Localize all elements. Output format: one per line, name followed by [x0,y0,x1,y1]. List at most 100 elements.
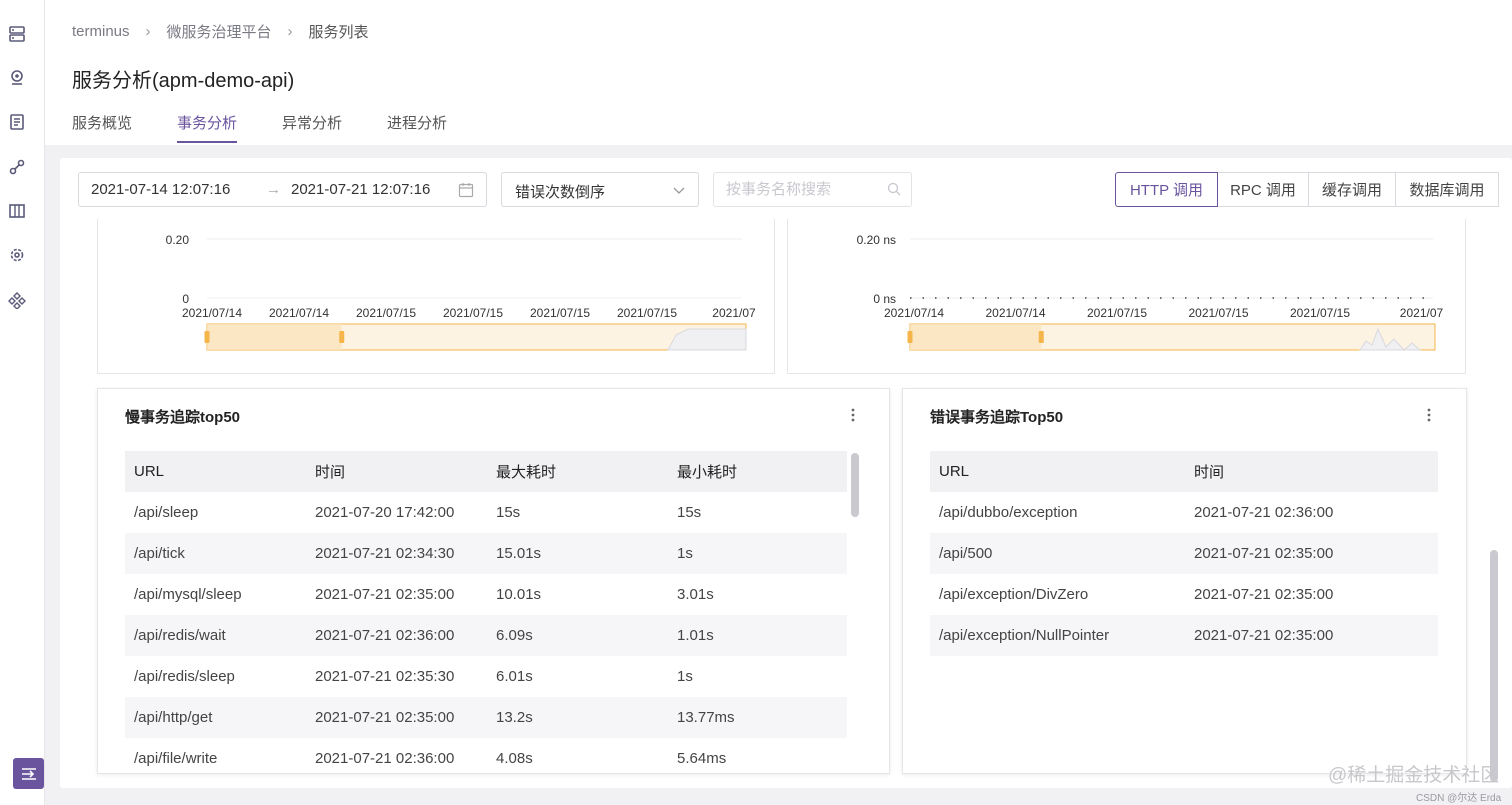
tab-transaction-analysis[interactable]: 事务分析 [177,112,238,143]
x-tick-label: 2021/07/15 [530,306,590,320]
book-icon[interactable] [8,202,26,220]
location-icon[interactable] [8,69,26,87]
watermark-source: CSDN @尔达 Erda [1416,793,1502,804]
zoom-slider-selection[interactable] [207,324,342,350]
x-tick-label: 2021/07/14 [884,306,944,320]
search-icon[interactable] [887,182,901,196]
breadcrumb-item-platform[interactable]: 微服务治理平台 [167,21,272,42]
table-row[interactable]: /api/500 2021-07-21 02:35:00 [930,533,1438,574]
table-cell: 2021-07-21 02:36:00 [315,627,455,644]
table-cell: 2021-07-21 02:34:30 [315,545,455,562]
table-cell: 4.08s [496,750,533,767]
x-tick-label: 2021/07/14 [269,306,329,320]
table-cell[interactable]: /api/exception/DivZero [930,586,1185,603]
apps-icon[interactable] [8,291,26,309]
range-end[interactable]: 2021-07-21 12:07:16 [291,181,430,198]
column-header-url: URL [939,463,970,480]
table-cell[interactable]: /api/http/get [125,709,306,726]
table-row[interactable]: /api/mysql/sleep 2021-07-21 02:35:00 10.01… [125,574,847,615]
table-cell: 2021-07-21 02:35:00 [315,586,455,603]
server-icon[interactable] [8,25,26,43]
table-cell[interactable]: /api/mysql/sleep [125,586,306,603]
watermark-text: @稀土掘金技术社区 [1328,765,1500,786]
x-tick-label: 2021/07/14 [182,306,242,320]
table-cell[interactable]: /api/sleep [125,504,306,521]
slow-transaction-card: 慢事务追踪top50 URL 时间 最大耗时 最小耗时 /api/sleep 20… [97,388,890,774]
date-range-picker[interactable]: 2021-07-14 12:07:16 → 2021-07-21 12:07:1… [78,172,487,207]
slow-transaction-table: URL 时间 最大耗时 最小耗时 /api/sleep 2021-07-20 17… [125,451,847,773]
page-title: 服务分析(apm-demo-api) [72,70,295,92]
zoom-slider-handle[interactable] [1038,331,1044,343]
table-cell: 1s [677,668,693,685]
table-cell: 3.01s [677,586,714,603]
page-scrollbar[interactable] [1490,550,1498,782]
table-cell: 6.09s [496,627,533,644]
cache-call-button[interactable]: 缓存调用 [1308,172,1396,207]
document-icon[interactable] [8,113,26,131]
table-row[interactable]: /api/http/get 2021-07-21 02:35:00 13.2s 13.… [125,697,847,738]
table-cell[interactable]: /api/file/write [125,750,306,767]
table-cell[interactable]: /api/redis/wait [125,627,306,644]
x-tick-label: 2021/07/15 [356,306,416,320]
link-icon[interactable] [8,158,26,176]
rpc-call-button[interactable]: RPC 调用 [1217,172,1309,207]
zoom-slider-selection[interactable] [910,324,1042,350]
table-cell: 1s [677,545,693,562]
column-header-max-duration[interactable]: 最大耗时 [487,461,668,482]
table-row[interactable]: /api/tick 2021-07-21 02:34:30 15.01s 1s [125,533,847,574]
table-cell[interactable]: /api/500 [930,545,1185,562]
sort-select-value: 错误次数倒序 [515,184,606,201]
tab-exception-analysis[interactable]: 异常分析 [282,112,342,143]
table-row[interactable]: /api/dubbo/exception 2021-07-21 02:36:00 [930,492,1438,533]
table-row[interactable]: /api/exception/NullPointer 2021-07-21 02:… [930,615,1438,656]
x-tick-label: 2021/07/15 [617,306,677,320]
table-cell[interactable]: /api/tick [125,545,306,562]
table-row[interactable]: /api/redis/wait 2021-07-21 02:36:00 6.09s 1… [125,615,847,656]
left-rail [0,0,45,805]
tab-service-overview[interactable]: 服务概览 [72,112,132,143]
y-tick-label: 0.20 [166,233,190,247]
http-call-button[interactable]: HTTP 调用 [1115,172,1218,207]
transaction-search-input[interactable] [714,173,874,206]
range-start[interactable]: 2021-07-14 12:07:16 [91,181,230,198]
database-call-button[interactable]: 数据库调用 [1395,172,1499,207]
zoom-slider-handle[interactable] [339,331,345,343]
chart-right: 0.20 ns0 ns2021/07/14 2021/07/14 2021/07/1… [857,233,1444,351]
table-cell[interactable]: /api/exception/NullPointer [930,627,1185,644]
table-cell[interactable]: /api/dubbo/exception [930,504,1185,521]
error-transaction-table: URL 时间 /api/dubbo/exception 2021-07-21 02… [930,451,1438,656]
table-scrollbar[interactable] [851,453,859,517]
range-arrow-icon: → [266,181,281,198]
collapse-menu-icon [21,767,36,780]
table-row[interactable]: /api/sleep 2021-07-20 17:42:00 15s 15s [125,492,847,533]
table-row[interactable]: /api/exception/DivZero 2021-07-21 02:35:0… [930,574,1438,615]
x-tick-label: 2021/07 [712,306,756,320]
column-header-url: URL [134,463,165,480]
table-cell: 2021-07-21 02:36:00 [315,750,455,767]
more-options-icon[interactable] [850,407,856,423]
table-cell: 1.01s [677,627,714,644]
page-header: terminus › 微服务治理平台 › 服务列表 服务分析(apm-demo-… [45,0,1512,145]
x-tick-label: 2021/07/15 [1290,306,1350,320]
zoom-slider-handle[interactable] [907,331,913,343]
tab-process-analysis[interactable]: 进程分析 [387,112,447,143]
table-row[interactable]: /api/redis/sleep 2021-07-21 02:35:30 6.01s… [125,656,847,697]
breadcrumb-item-service-list[interactable]: 服务列表 [309,21,369,42]
settings-icon[interactable] [8,246,26,264]
column-header-min-duration[interactable]: 最小耗时 [668,461,847,482]
table-cell: 10.01s [496,586,542,603]
table-cell: 13.77ms [677,709,735,726]
table-cell: 2021-07-21 02:35:30 [315,668,455,685]
zoom-slider-handle[interactable] [204,331,210,343]
table-row[interactable]: /api/file/write 2021-07-21 02:36:00 4.08s 5… [125,738,847,773]
y-tick-label: 0 ns [873,292,896,306]
x-tick-label: 2021/07/14 [985,306,1045,320]
sort-select[interactable]: 错误次数倒序 [501,172,699,207]
table-cell[interactable]: /api/redis/sleep [125,668,306,685]
breadcrumb-item-terminus[interactable]: terminus [72,23,130,40]
collapse-menu-button[interactable] [13,758,44,789]
table-cell: 15.01s [496,545,542,562]
more-options-icon[interactable] [1426,407,1432,423]
table-cell: 5.64ms [677,750,727,767]
table-cell: 2021-07-20 17:42:00 [315,504,455,521]
